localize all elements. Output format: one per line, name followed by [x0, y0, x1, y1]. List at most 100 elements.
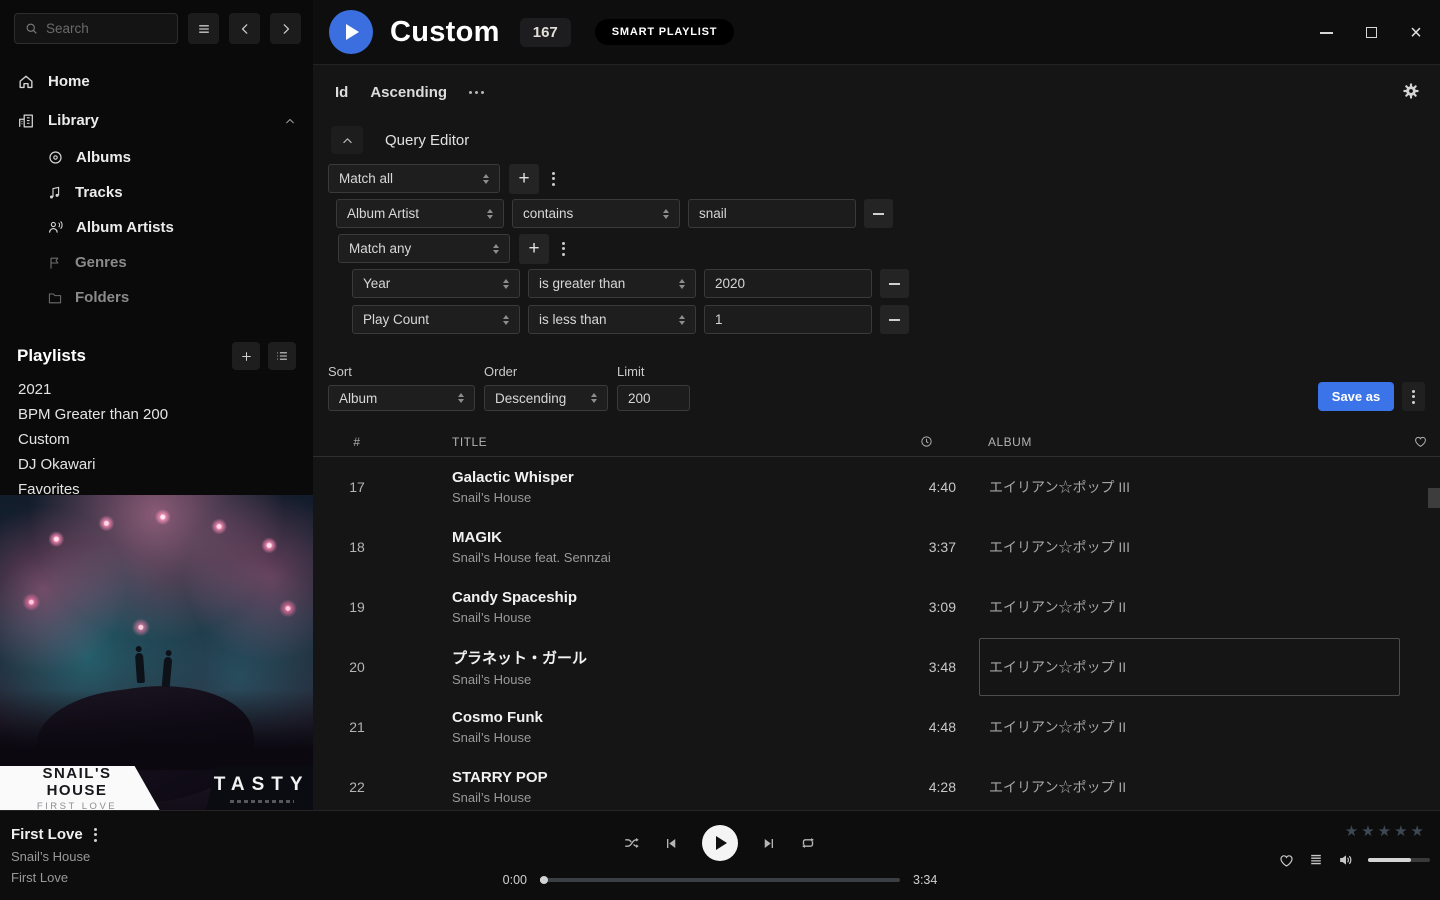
- sort-field-button[interactable]: Id: [335, 84, 348, 101]
- rule-field-select[interactable]: Play Count: [352, 305, 520, 334]
- sidebar-item-tracks[interactable]: Tracks: [0, 175, 313, 210]
- track-title-cell[interactable]: Candy Spaceship Snail’s House: [452, 589, 896, 625]
- settings-gear-button[interactable]: [1402, 82, 1420, 100]
- add-rule-button[interactable]: +: [509, 164, 539, 194]
- close-button[interactable]: ×: [1408, 25, 1424, 41]
- speaker-icon: [1337, 851, 1355, 869]
- star-icon[interactable]: ★: [1361, 822, 1374, 840]
- match-mode-select[interactable]: Match any: [338, 234, 510, 263]
- menu-button[interactable]: [188, 13, 219, 44]
- table-row[interactable]: 22 STARRY POP Snail’s House 4:28 エイリアン☆ポ…: [313, 757, 1440, 810]
- volume-button[interactable]: [1337, 851, 1355, 869]
- track-album[interactable]: エイリアン☆ポップ II: [979, 758, 1400, 810]
- seek-bar-knob[interactable]: [540, 876, 548, 884]
- previous-track-button[interactable]: [664, 836, 679, 851]
- save-as-button[interactable]: Save as: [1318, 382, 1394, 411]
- table-row[interactable]: 17 Galactic Whisper Snail’s House 4:40 エ…: [313, 457, 1440, 517]
- star-icon[interactable]: ★: [1345, 822, 1358, 840]
- track-album[interactable]: エイリアン☆ポップ III: [979, 458, 1400, 516]
- sidebar-item-album-artists[interactable]: Album Artists: [0, 210, 313, 245]
- shuffle-button[interactable]: [623, 834, 641, 852]
- track-title-cell[interactable]: Galactic Whisper Snail’s House: [452, 469, 896, 505]
- add-rule-button[interactable]: +: [519, 234, 549, 264]
- track-album[interactable]: エイリアン☆ポップ III: [979, 518, 1400, 576]
- group-menu-icon[interactable]: [552, 172, 555, 186]
- star-icon[interactable]: ★: [1378, 822, 1391, 840]
- add-playlist-button[interactable]: [232, 342, 260, 370]
- favorite-button[interactable]: [1278, 852, 1295, 869]
- table-row[interactable]: 18 MAGIK Snail’s House feat. Sennzai 3:3…: [313, 517, 1440, 577]
- forward-button[interactable]: [270, 13, 301, 44]
- column-duration[interactable]: [896, 434, 956, 449]
- next-track-button[interactable]: [761, 836, 776, 851]
- sidebar-item-albums[interactable]: Albums: [0, 140, 313, 175]
- match-mode-select[interactable]: Match all: [328, 164, 500, 193]
- limit-input[interactable]: [617, 385, 690, 411]
- track-album[interactable]: エイリアン☆ポップ II: [979, 578, 1400, 636]
- now-playing-cover-art[interactable]: SNAIL'S HOUSE FIRST LOVE TASTY: [0, 495, 313, 810]
- table-row[interactable]: 20 プラネット・ガール Snail’s House 3:48 エイリアン☆ポッ…: [313, 637, 1440, 697]
- select-value: Year: [363, 276, 390, 291]
- track-title-cell[interactable]: STARRY POP Snail’s House: [452, 769, 896, 805]
- sidebar-item-genres[interactable]: Genres: [0, 245, 313, 280]
- column-favorite[interactable]: [1400, 434, 1440, 449]
- rule-field-select[interactable]: Album Artist: [336, 199, 504, 228]
- rating-stars[interactable]: ★★★★★: [1345, 822, 1424, 840]
- rule-operator-select[interactable]: is less than: [528, 305, 696, 334]
- rule-value-input[interactable]: [704, 269, 872, 298]
- order-select[interactable]: Descending: [484, 385, 608, 411]
- playlist-list-button[interactable]: [268, 342, 296, 370]
- back-button[interactable]: [229, 13, 260, 44]
- playlist-item[interactable]: BPM Greater than 200: [0, 402, 313, 427]
- search-input[interactable]: [46, 21, 168, 36]
- minimize-button[interactable]: [1318, 25, 1334, 41]
- search-box[interactable]: [14, 13, 178, 44]
- rule-field-select[interactable]: Year: [352, 269, 520, 298]
- now-playing-info: First Love Snail’s House First Love: [11, 826, 97, 885]
- column-number[interactable]: #: [337, 435, 377, 449]
- star-icon[interactable]: ★: [1411, 822, 1424, 840]
- track-title-cell[interactable]: プラネット・ガール Snail’s House: [452, 647, 896, 687]
- table-row[interactable]: 21 Cosmo Funk Snail’s House 4:48 エイリアン☆ポ…: [313, 697, 1440, 757]
- rule-value-input[interactable]: [688, 199, 856, 228]
- scrollbar-thumb[interactable]: [1428, 488, 1440, 508]
- sort-select[interactable]: Album: [328, 385, 475, 411]
- maximize-button[interactable]: [1363, 25, 1379, 41]
- track-album[interactable]: エイリアン☆ポップ II: [979, 698, 1400, 756]
- rule-operator-select[interactable]: contains: [512, 199, 680, 228]
- playlist-item[interactable]: Custom: [0, 427, 313, 452]
- now-playing-menu-icon[interactable]: [94, 828, 97, 842]
- query-group-row: Match any +: [338, 234, 1440, 263]
- collapse-chevron-icon[interactable]: [284, 115, 296, 127]
- remove-rule-button[interactable]: [864, 199, 893, 228]
- sidebar-item-library[interactable]: Library: [0, 101, 313, 140]
- rule-value-input[interactable]: [704, 305, 872, 334]
- save-menu-button[interactable]: [1402, 382, 1425, 411]
- rule-operator-select[interactable]: is greater than: [528, 269, 696, 298]
- more-options-icon[interactable]: [469, 91, 484, 94]
- star-icon[interactable]: ★: [1394, 822, 1407, 840]
- play-pause-button[interactable]: [702, 825, 738, 861]
- window-controls: ×: [1318, 0, 1424, 65]
- remove-rule-button[interactable]: [880, 269, 909, 298]
- sort-direction-button[interactable]: Ascending: [370, 84, 447, 101]
- track-title-cell[interactable]: MAGIK Snail’s House feat. Sennzai: [452, 529, 896, 565]
- seek-bar[interactable]: [540, 878, 900, 882]
- queue-button[interactable]: [1308, 852, 1324, 868]
- volume-slider[interactable]: [1368, 858, 1430, 862]
- track-title-cell[interactable]: Cosmo Funk Snail’s House: [452, 709, 896, 745]
- sidebar-item-home[interactable]: Home: [0, 62, 313, 101]
- playlist-item[interactable]: DJ Okawari: [0, 452, 313, 477]
- sidebar-item-folders[interactable]: Folders: [0, 280, 313, 315]
- track-album[interactable]: エイリアン☆ポップ II: [979, 638, 1400, 696]
- column-album[interactable]: ALBUM: [988, 435, 1400, 449]
- remove-rule-button[interactable]: [880, 305, 909, 334]
- repeat-button[interactable]: [799, 834, 817, 852]
- play-playlist-button[interactable]: [329, 10, 373, 54]
- table-row[interactable]: 19 Candy Spaceship Snail’s House 3:09 エイ…: [313, 577, 1440, 637]
- playlist-item[interactable]: 2021: [0, 377, 313, 402]
- collapse-query-editor-button[interactable]: [331, 126, 363, 154]
- column-title[interactable]: TITLE: [452, 435, 896, 449]
- group-menu-icon[interactable]: [562, 242, 565, 256]
- player-right-controls: [1278, 851, 1430, 869]
